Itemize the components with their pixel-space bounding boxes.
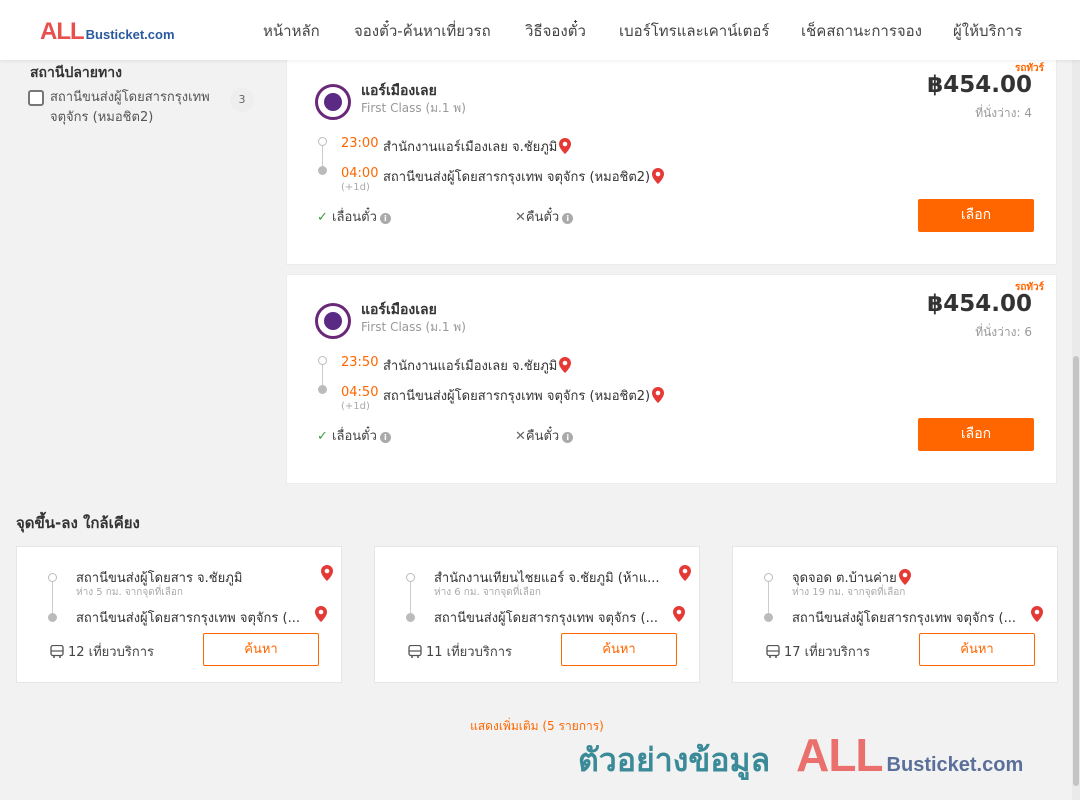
check-icon: ✓	[317, 210, 328, 225]
map-pin-icon[interactable]	[321, 565, 333, 581]
departure-time: 23:00	[341, 136, 379, 151]
nearby-distance: ห่าง 19 กม. จากจุดที่เลือก	[792, 587, 906, 598]
nav-operators[interactable]: ผู้ให้บริการ	[953, 19, 1022, 43]
ticket-price: ฿454.00	[927, 291, 1032, 317]
route-line	[768, 577, 769, 617]
map-pin-icon[interactable]	[559, 138, 572, 154]
arrival-place: สถานีขนส่งผู้โดยสารกรุงเทพ จตุจักร (หมอช…	[383, 385, 665, 406]
nearby-stop-card: สำนักงานเทียนไชยแอร์ จ.ชัยภูมิ (ห้าแ... …	[374, 546, 700, 683]
watermark-text: ตัวอย่างข้อมูล	[578, 741, 771, 779]
nav-contact-counter[interactable]: เบอร์โทรและเคาน์เตอร์	[619, 19, 769, 43]
ticket-price: ฿454.00	[927, 72, 1032, 98]
arrival-dot-icon	[406, 613, 415, 622]
trip-card: รถทัวร์ แอร์เมืองเลย First Class (ม.1 พ)…	[286, 55, 1057, 265]
map-pin-icon[interactable]	[652, 387, 665, 403]
nearby-to-stop: สถานีขนส่งผู้โดยสารกรุงเทพ จตุจักร (...	[76, 611, 300, 626]
select-trip-button[interactable]: เลือก	[918, 199, 1034, 232]
map-pin-icon[interactable]	[315, 606, 327, 622]
filter-option-count: 3	[230, 88, 254, 112]
nearby-service-count: 11 เที่ยวบริการ	[408, 641, 512, 662]
arrival-place: สถานีขนส่งผู้โดยสารกรุงเทพ จตุจักร (หมอช…	[383, 166, 665, 187]
main-nav: หน้าหลัก จองตั๋ว-ค้นหาเที่ยวรถ วิธีจองตั…	[0, 19, 1080, 41]
nearby-stop-card: สถานีขนส่งผู้โดยสาร จ.ชัยภูมิ ห่าง 5 กม.…	[16, 546, 342, 683]
arrival-dot-icon	[48, 613, 57, 622]
nav-how-to-book[interactable]: วิธีจองตั๋ว	[525, 19, 586, 43]
nav-book-search[interactable]: จองตั๋ว-ค้นหาเที่ยวรถ	[354, 19, 491, 43]
top-header: ALL Busticket.com หน้าหลัก จองตั๋ว-ค้นหา…	[0, 0, 1080, 60]
arrival-time: 04:50	[341, 385, 379, 400]
departure-dot-icon	[406, 573, 415, 582]
nearby-service-count: 12 เที่ยวบริการ	[50, 641, 154, 662]
nearby-to-stop: สถานีขนส่งผู้โดยสารกรุงเทพ จตุจักร (...	[792, 611, 1016, 626]
operator-logo-icon	[315, 303, 351, 339]
filter-option-label: สถานีขนส่งผู้โดยสารกรุงเทพ จตุจักร (หมอช…	[50, 90, 210, 125]
info-icon[interactable]: i	[379, 432, 391, 443]
next-day-indicator: (+1d)	[341, 401, 370, 412]
scrollbar-thumb[interactable]	[1073, 356, 1079, 786]
departure-place: สำนักงานแอร์เมืองเลย จ.ชัยภูมิ	[383, 136, 572, 157]
bus-class: First Class (ม.1 พ)	[361, 101, 466, 115]
arrival-dot-icon	[318, 385, 327, 394]
nearby-search-button[interactable]: ค้นหา	[919, 633, 1035, 666]
nearby-stop-card: จุดจอด ต.บ้านค่าย ห่าง 19 กม. จากจุดที่เ…	[732, 546, 1058, 683]
departure-dot-icon	[764, 573, 773, 582]
nearby-distance: ห่าง 5 กม. จากจุดที่เลือก	[76, 587, 183, 598]
info-icon[interactable]: i	[379, 213, 391, 224]
next-day-indicator: (+1d)	[341, 182, 370, 193]
filter-destination-title: สถานีปลายทาง	[30, 65, 122, 81]
map-pin-icon[interactable]	[898, 569, 911, 585]
cross-icon: ✕	[515, 210, 526, 225]
nearby-service-count: 17 เที่ยวบริการ	[766, 641, 870, 662]
bus-class: First Class (ม.1 พ)	[361, 320, 466, 334]
sample-data-watermark: ตัวอย่างข้อมูล ALL Busticket.com	[578, 728, 1023, 786]
watermark-logo-all: ALL	[796, 729, 883, 781]
bus-icon	[766, 645, 780, 658]
route-line	[52, 577, 53, 617]
seats-available: ที่นั่งว่าง: 4	[975, 106, 1032, 120]
change-ticket-policy: ✓ เลื่อนตั๋ว i	[317, 425, 391, 446]
arrival-dot-icon	[764, 613, 773, 622]
arrival-time: 04:00	[341, 166, 379, 181]
filter-checkbox[interactable]	[28, 90, 44, 106]
departure-dot-icon	[318, 356, 327, 365]
nearby-to-stop: สถานีขนส่งผู้โดยสารกรุงเทพ จตุจักร (...	[434, 611, 658, 626]
map-pin-icon[interactable]	[679, 565, 691, 581]
watermark-logo-rest: Busticket.com	[886, 754, 1024, 776]
change-ticket-policy: ✓ เลื่อนตั๋ว i	[317, 206, 391, 227]
nearby-distance: ห่าง 6 กม. จากจุดที่เลือก	[434, 587, 541, 598]
bus-icon	[408, 645, 422, 658]
map-pin-icon[interactable]	[1031, 606, 1043, 622]
nav-home[interactable]: หน้าหลัก	[263, 19, 320, 43]
nearby-stops-title: จุดขึ้น-ลง ใกล้เคียง	[16, 514, 140, 532]
map-pin-icon[interactable]	[673, 606, 685, 622]
nearby-search-button[interactable]: ค้นหา	[203, 633, 319, 666]
select-trip-button[interactable]: เลือก	[918, 418, 1034, 451]
info-icon[interactable]: i	[562, 213, 574, 224]
cross-icon: ✕	[515, 429, 526, 444]
arrival-dot-icon	[318, 166, 327, 175]
map-pin-icon[interactable]	[652, 168, 665, 184]
refund-ticket-policy: ✕คืนตั๋ว i	[515, 206, 574, 227]
check-icon: ✓	[317, 429, 328, 444]
departure-dot-icon	[48, 573, 57, 582]
bus-icon	[50, 645, 64, 658]
filter-destination-option[interactable]: สถานีขนส่งผู้โดยสารกรุงเทพ จตุจักร (หมอช…	[28, 88, 254, 132]
nav-check-booking[interactable]: เช็คสถานะการจอง	[801, 19, 922, 43]
seats-available: ที่นั่งว่าง: 6	[975, 325, 1032, 339]
map-pin-icon[interactable]	[559, 357, 572, 373]
refund-ticket-policy: ✕คืนตั๋ว i	[515, 425, 574, 446]
route-line	[410, 577, 411, 617]
departure-place: สำนักงานแอร์เมืองเลย จ.ชัยภูมิ	[383, 355, 572, 376]
trip-card: รถทัวร์ แอร์เมืองเลย First Class (ม.1 พ)…	[286, 274, 1057, 484]
page-scrollbar[interactable]	[1072, 60, 1080, 800]
departure-time: 23:50	[341, 355, 379, 370]
nearby-search-button[interactable]: ค้นหา	[561, 633, 677, 666]
info-icon[interactable]: i	[562, 432, 574, 443]
operator-logo-icon	[315, 84, 351, 120]
departure-dot-icon	[318, 137, 327, 146]
